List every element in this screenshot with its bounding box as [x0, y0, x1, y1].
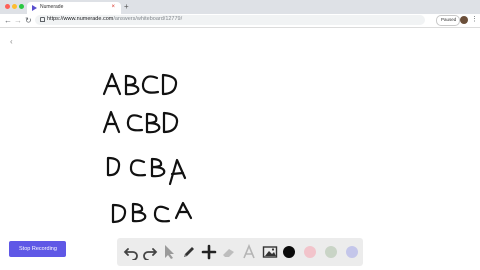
numerade-favicon-icon: [32, 5, 37, 11]
reload-button[interactable]: ↻: [25, 15, 32, 26]
profile-status-label: Paused: [441, 17, 457, 22]
handwritten-line-4: [111, 201, 193, 224]
undo-icon[interactable]: [123, 244, 139, 260]
stop-recording-button[interactable]: Stop Recording: [9, 241, 66, 257]
handwritten-line-3: [106, 156, 187, 186]
window-close-button[interactable]: [5, 4, 10, 9]
url-path: /answers/whiteboard/12779/: [113, 16, 183, 22]
new-tab-button[interactable]: +: [124, 2, 129, 12]
add-icon[interactable]: [201, 244, 217, 260]
drawing-toolbar: [117, 238, 363, 266]
window-maximize-button[interactable]: [19, 4, 24, 9]
lock-icon: [40, 17, 45, 22]
forward-button[interactable]: →: [14, 15, 22, 26]
color-swatch-lavender[interactable]: [346, 246, 358, 258]
url-text: https://www.numerade.com/answers/whitebo…: [47, 16, 182, 22]
eraser-icon[interactable]: [221, 244, 237, 260]
more-menu-icon[interactable]: ⋮: [471, 14, 478, 25]
back-button[interactable]: ←: [4, 15, 12, 26]
browser-toolbar: ← → ↻ https://www.numerade.com/answers/w…: [0, 14, 480, 28]
pointer-icon[interactable]: [161, 244, 177, 260]
handwriting-layer: [102, 72, 193, 224]
redo-icon[interactable]: [142, 244, 158, 260]
window-minimize-button[interactable]: [12, 4, 17, 9]
avatar[interactable]: [460, 16, 468, 24]
address-bar[interactable]: https://www.numerade.com/answers/whitebo…: [35, 15, 425, 25]
color-swatch-green[interactable]: [325, 246, 337, 258]
color-swatch-black[interactable]: [283, 246, 295, 258]
tab-close-icon[interactable]: ×: [111, 3, 115, 11]
browser-tab[interactable]: Numerade ×: [27, 2, 121, 14]
text-icon[interactable]: [241, 244, 257, 260]
pen-icon[interactable]: [181, 244, 197, 260]
handwritten-line-2: [102, 110, 179, 134]
url-host: https://www.numerade.com: [47, 16, 114, 22]
image-icon[interactable]: [262, 244, 278, 260]
color-swatch-pink[interactable]: [304, 246, 316, 258]
whiteboard-canvas[interactable]: ‹: [0, 28, 480, 270]
profile-status-badge[interactable]: Paused: [436, 15, 460, 26]
tab-title: Numerade: [40, 4, 64, 10]
browser-tab-bar: Numerade × +: [0, 0, 480, 14]
stop-recording-label: Stop Recording: [19, 246, 57, 252]
screen: Numerade × + ← → ↻ https://www.numerade.…: [0, 0, 480, 270]
handwritten-line-1: [102, 72, 178, 96]
